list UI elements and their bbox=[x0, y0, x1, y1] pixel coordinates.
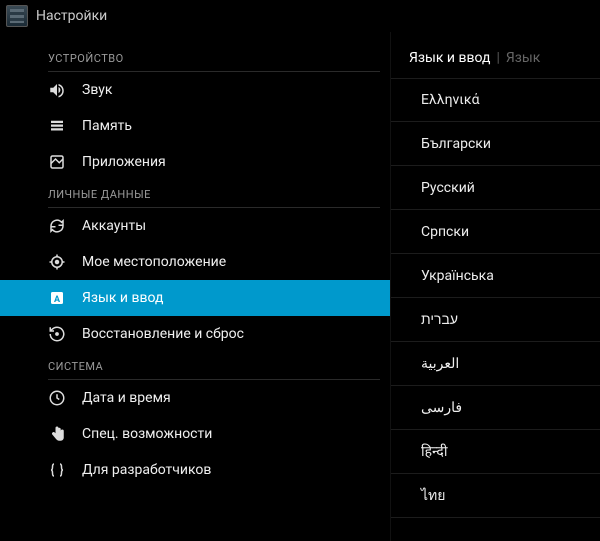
clock-icon bbox=[48, 389, 82, 407]
svg-text:A: A bbox=[54, 295, 61, 305]
sidebar-item-label: Аккаунты bbox=[82, 218, 146, 234]
sidebar-item-label: Язык и ввод bbox=[82, 290, 163, 306]
language-panel: Язык и ввод | Язык ΕλληνικάБългарскиРусс… bbox=[390, 32, 600, 541]
language-option[interactable]: Български bbox=[391, 122, 600, 166]
sidebar-item-label: Память bbox=[82, 118, 132, 134]
language-option[interactable]: हिन्दी bbox=[391, 430, 600, 474]
sidebar-item-label: Для разработчиков bbox=[82, 462, 211, 478]
breadcrumb-separator: | bbox=[496, 50, 499, 66]
language-option[interactable]: Українська bbox=[391, 254, 600, 298]
sidebar-item-storage[interactable]: Память bbox=[48, 108, 390, 144]
breadcrumb: Язык и ввод | Язык bbox=[391, 50, 600, 78]
sidebar-item-sound[interactable]: Звук bbox=[48, 72, 390, 108]
storage-icon bbox=[48, 117, 82, 135]
language-icon: A bbox=[48, 289, 82, 307]
sidebar-item-location[interactable]: Мое местоположение bbox=[48, 244, 390, 280]
language-option[interactable]: Српски bbox=[391, 210, 600, 254]
section-header: СИСТЕМА bbox=[48, 352, 380, 380]
sidebar-item-label: Звук bbox=[82, 82, 112, 98]
app-title: Настройки bbox=[36, 8, 107, 24]
topbar: Настройки bbox=[0, 0, 600, 32]
sidebar-item-datetime[interactable]: Дата и время bbox=[48, 380, 390, 416]
sidebar-item-label: Мое местоположение bbox=[82, 254, 226, 270]
sidebar-item-apps[interactable]: Приложения bbox=[48, 144, 390, 180]
language-option[interactable]: ไทย bbox=[391, 474, 600, 518]
location-icon bbox=[48, 253, 82, 271]
braces-icon bbox=[48, 461, 82, 479]
panel-title: Язык и ввод bbox=[409, 50, 490, 66]
hand-icon bbox=[48, 425, 82, 443]
sidebar-item-language[interactable]: A Язык и ввод bbox=[0, 280, 390, 316]
sidebar-item-label: Приложения bbox=[82, 154, 166, 170]
volume-icon bbox=[48, 81, 82, 99]
sidebar-item-developer[interactable]: Для разработчиков bbox=[48, 452, 390, 488]
section-header: ЛИЧНЫЕ ДАННЫЕ bbox=[48, 180, 380, 208]
language-option[interactable]: العربية bbox=[391, 342, 600, 386]
language-list: ΕλληνικάБългарскиРусскийСрпскиУкраїнська… bbox=[391, 78, 600, 518]
language-option[interactable]: Ελληνικά bbox=[391, 78, 600, 122]
language-option[interactable]: Русский bbox=[391, 166, 600, 210]
sidebar-item-backup[interactable]: Восстановление и сброс bbox=[48, 316, 390, 352]
settings-panel: УСТРОЙСТВО Звук Память Приложения ЛИЧНЫЕ ДАН… bbox=[0, 32, 390, 541]
section-header: УСТРОЙСТВО bbox=[48, 44, 380, 72]
sidebar-item-label: Спец. возможности bbox=[82, 426, 212, 442]
sidebar-item-accounts[interactable]: Аккаунты bbox=[48, 208, 390, 244]
app-icon bbox=[6, 5, 28, 27]
language-option[interactable]: עברית bbox=[391, 298, 600, 342]
sync-icon bbox=[48, 217, 82, 235]
content: УСТРОЙСТВО Звук Память Приложения ЛИЧНЫЕ ДАН… bbox=[0, 32, 600, 541]
restore-icon bbox=[48, 325, 82, 343]
sidebar-item-accessibility[interactable]: Спец. возможности bbox=[48, 416, 390, 452]
apps-icon bbox=[48, 153, 82, 171]
sidebar-item-label: Восстановление и сброс bbox=[82, 326, 244, 342]
language-option[interactable]: فارسی bbox=[391, 386, 600, 430]
breadcrumb-current: Язык bbox=[506, 50, 540, 66]
sidebar-item-label: Дата и время bbox=[82, 390, 171, 406]
